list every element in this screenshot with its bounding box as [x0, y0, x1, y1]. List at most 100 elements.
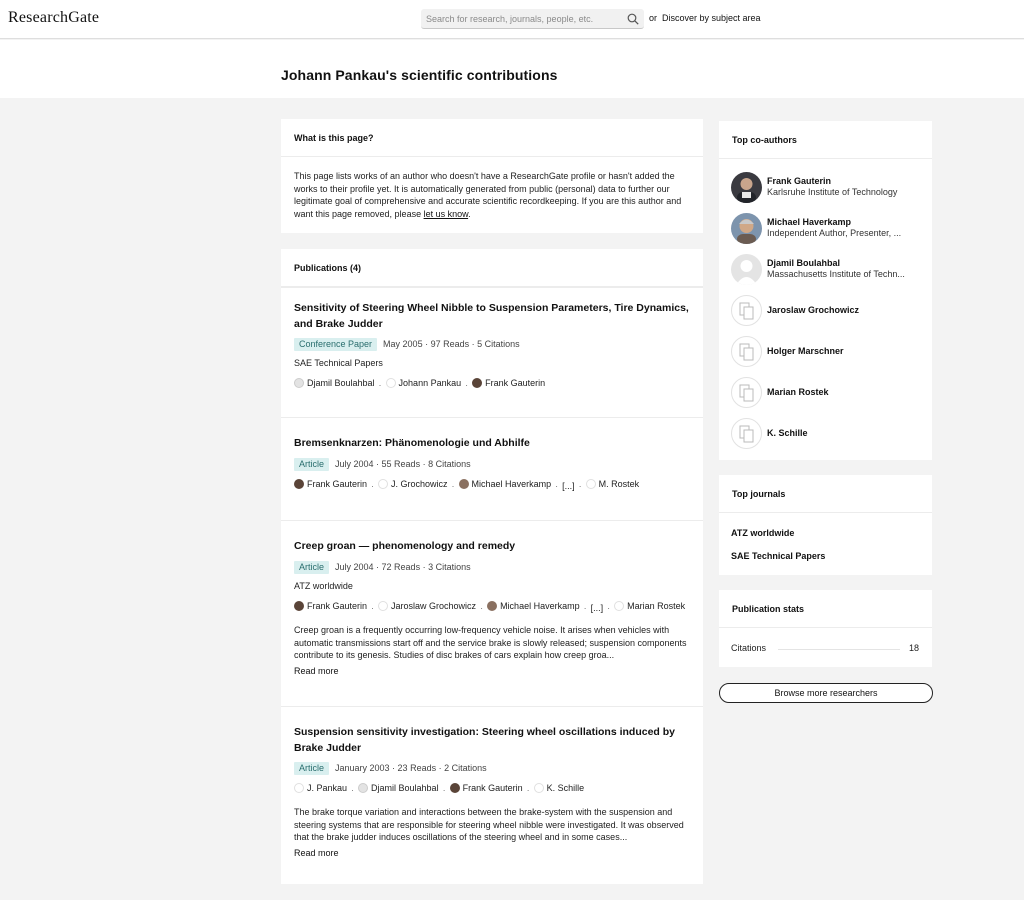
publication-stats-heading: Publication stats [719, 590, 932, 628]
coauthor-affiliation: Massachusetts Institute of Techn... [767, 269, 905, 279]
author-link[interactable]: Frank Gauterin [449, 782, 523, 794]
publication-type-badge: Article [294, 458, 330, 471]
author-link[interactable]: J. Grochowicz [378, 478, 448, 490]
let-us-know-link[interactable]: let us know [424, 209, 469, 219]
author-name: Frank Gauterin [462, 783, 523, 793]
researchgate-logo[interactable]: ResearchGate [8, 9, 99, 27]
author-link[interactable]: Frank Gauterin [472, 377, 545, 389]
stats-divider [778, 649, 900, 650]
author-link[interactable]: Frank Gauterin [294, 600, 367, 612]
coauthor-item[interactable]: Holger Marschner [731, 336, 931, 368]
author-name: J. Pankau [307, 783, 348, 793]
author-name: Frank Gauterin [307, 479, 368, 489]
publication-title[interactable]: Creep groan — phenomenology and remedy [294, 539, 692, 555]
publication-meta: Article July 2004 · 72 Reads · 3 Citation… [294, 560, 471, 574]
journal-link[interactable]: ATZ worldwide [731, 528, 794, 538]
author-name: Michael Haverkamp [471, 479, 552, 489]
publication-abstract: The brake torque variation and interacti… [294, 807, 684, 842]
publication-authors: Frank Gauterin · J. Grochowicz · Michael Hav… [294, 478, 640, 491]
top-bar: ResearchGate or Discover by subject area [0, 0, 1024, 39]
publication-venue[interactable]: ATZ worldwide [294, 581, 353, 591]
citations-value: 18 [908, 643, 919, 653]
publication-item: Bremsenknarzen: Phänomenologie und Abhil… [281, 417, 703, 520]
top-journals-card: Top journals ATZ worldwide SAE Technical… [719, 475, 932, 575]
author-link[interactable]: Djamil Boulahbal [294, 377, 375, 389]
coauthor-item[interactable]: Frank Gauterin Karlsruhe Institute of Te… [731, 172, 931, 204]
what-is-this-page-text: This page lists works of an author who d… [281, 157, 703, 220]
author-separator: · [451, 481, 455, 491]
coauthor-placeholder-icon [731, 418, 762, 449]
author-link[interactable]: Michael Haverkamp [458, 478, 552, 490]
journal-link[interactable]: SAE Technical Papers [731, 551, 825, 561]
coauthor-item[interactable]: K. Schille [731, 418, 931, 450]
search-icon[interactable] [627, 13, 639, 25]
search-input[interactable] [426, 9, 621, 28]
top-coauthors-heading: Top co-authors [719, 121, 932, 159]
author-avatar [294, 783, 304, 793]
coauthor-avatar [731, 172, 762, 203]
author-avatar [378, 479, 389, 489]
author-name: Jaroslaw Grochowicz [391, 601, 477, 611]
publication-meta: Article July 2004 · 55 Reads · 8 Citation… [294, 457, 471, 471]
author-separator: · [442, 785, 446, 795]
citations-label: Citations [731, 643, 767, 653]
author-name: Johann Pankau [398, 378, 462, 388]
coauthor-placeholder-icon [731, 377, 762, 408]
author-link[interactable]: Djamil Boulahbal [358, 782, 439, 794]
what-is-this-page-card: What is this page? This page lists works… [281, 119, 703, 233]
publication-type-badge: Article [294, 561, 330, 574]
publication-stats: May 2005 · 97 Reads · 5 Citations [383, 339, 520, 349]
author-avatar [449, 783, 460, 793]
publication-item: Sensitivity of Steering Wheel Nibble to … [281, 287, 703, 417]
author-link[interactable]: M. Rostek [585, 478, 640, 490]
author-separator: · [371, 603, 375, 613]
author-link[interactable]: Johann Pankau [385, 377, 462, 389]
publication-venue[interactable]: SAE Technical Papers [294, 358, 383, 368]
publication-title[interactable]: Sensitivity of Steering Wheel Nibble to … [294, 301, 692, 332]
publication-type-badge: Article [294, 762, 330, 775]
more-authors-ellipsis[interactable]: [...] [562, 481, 575, 491]
coauthor-item[interactable]: Michael Haverkamp Independent Author, Pr… [731, 213, 931, 245]
author-link[interactable]: Marian Rostek [614, 600, 685, 612]
read-more-link[interactable]: Read more [294, 848, 339, 858]
author-avatar [585, 479, 596, 489]
author-avatar [294, 378, 304, 388]
author-link[interactable]: Frank Gauterin [294, 478, 367, 490]
author-separator: · [465, 380, 469, 390]
more-authors-ellipsis[interactable]: [...] [591, 603, 604, 613]
coauthor-name: Michael Haverkamp [767, 217, 852, 227]
coauthor-name: Marian Rostek [767, 387, 829, 397]
publication-title[interactable]: Bremsenknarzen: Phänomenologie und Abhil… [294, 436, 692, 452]
author-link[interactable]: J. Pankau [294, 782, 347, 794]
publication-item: Suspension sensitivity investigation: St… [281, 706, 703, 884]
publication-authors: J. Pankau · Djamil Boulahbal · Frank Gauteri… [294, 782, 585, 795]
author-link[interactable]: K. Schille [533, 782, 585, 794]
author-link[interactable]: Michael Haverkamp [487, 600, 580, 612]
search-box[interactable] [421, 9, 644, 29]
author-avatar [487, 601, 498, 611]
publication-abstract: Creep groan is a frequently occurring lo… [294, 625, 687, 660]
publication-title[interactable]: Suspension sensitivity investigation: St… [294, 725, 692, 756]
coauthor-name: Holger Marschner [767, 346, 844, 356]
read-more-link[interactable]: Read more [294, 666, 339, 676]
coauthor-item[interactable]: Djamil Boulahbal Massachusetts Institute… [731, 254, 931, 286]
publications-heading: Publications (4) [281, 249, 703, 287]
coauthor-name: Jaroslaw Grochowicz [767, 305, 860, 315]
author-name: Djamil Boulahbal [307, 378, 375, 388]
author-separator: · [371, 481, 375, 491]
author-name: M. Rostek [598, 479, 640, 489]
top-coauthors-card: Top co-authors Frank Gauterin Karlsruhe … [719, 121, 932, 460]
coauthor-item[interactable]: Marian Rostek [731, 377, 931, 409]
author-name: K. Schille [546, 783, 585, 793]
coauthor-affiliation: Independent Author, Presenter, ... [767, 228, 902, 238]
explanation-end: . [468, 208, 471, 219]
author-link[interactable]: Jaroslaw Grochowicz [378, 600, 476, 612]
author-name: J. Grochowicz [391, 479, 448, 489]
author-name: Michael Haverkamp [500, 601, 580, 611]
coauthor-name: Frank Gauterin [767, 176, 832, 186]
discover-by-subject-link[interactable]: Discover by subject area [662, 13, 761, 23]
publication-type-badge: Conference Paper [294, 338, 378, 351]
author-avatar [472, 378, 483, 388]
browse-more-researchers-button[interactable]: Browse more researchers [719, 683, 933, 703]
coauthor-item[interactable]: Jaroslaw Grochowicz [731, 295, 931, 327]
